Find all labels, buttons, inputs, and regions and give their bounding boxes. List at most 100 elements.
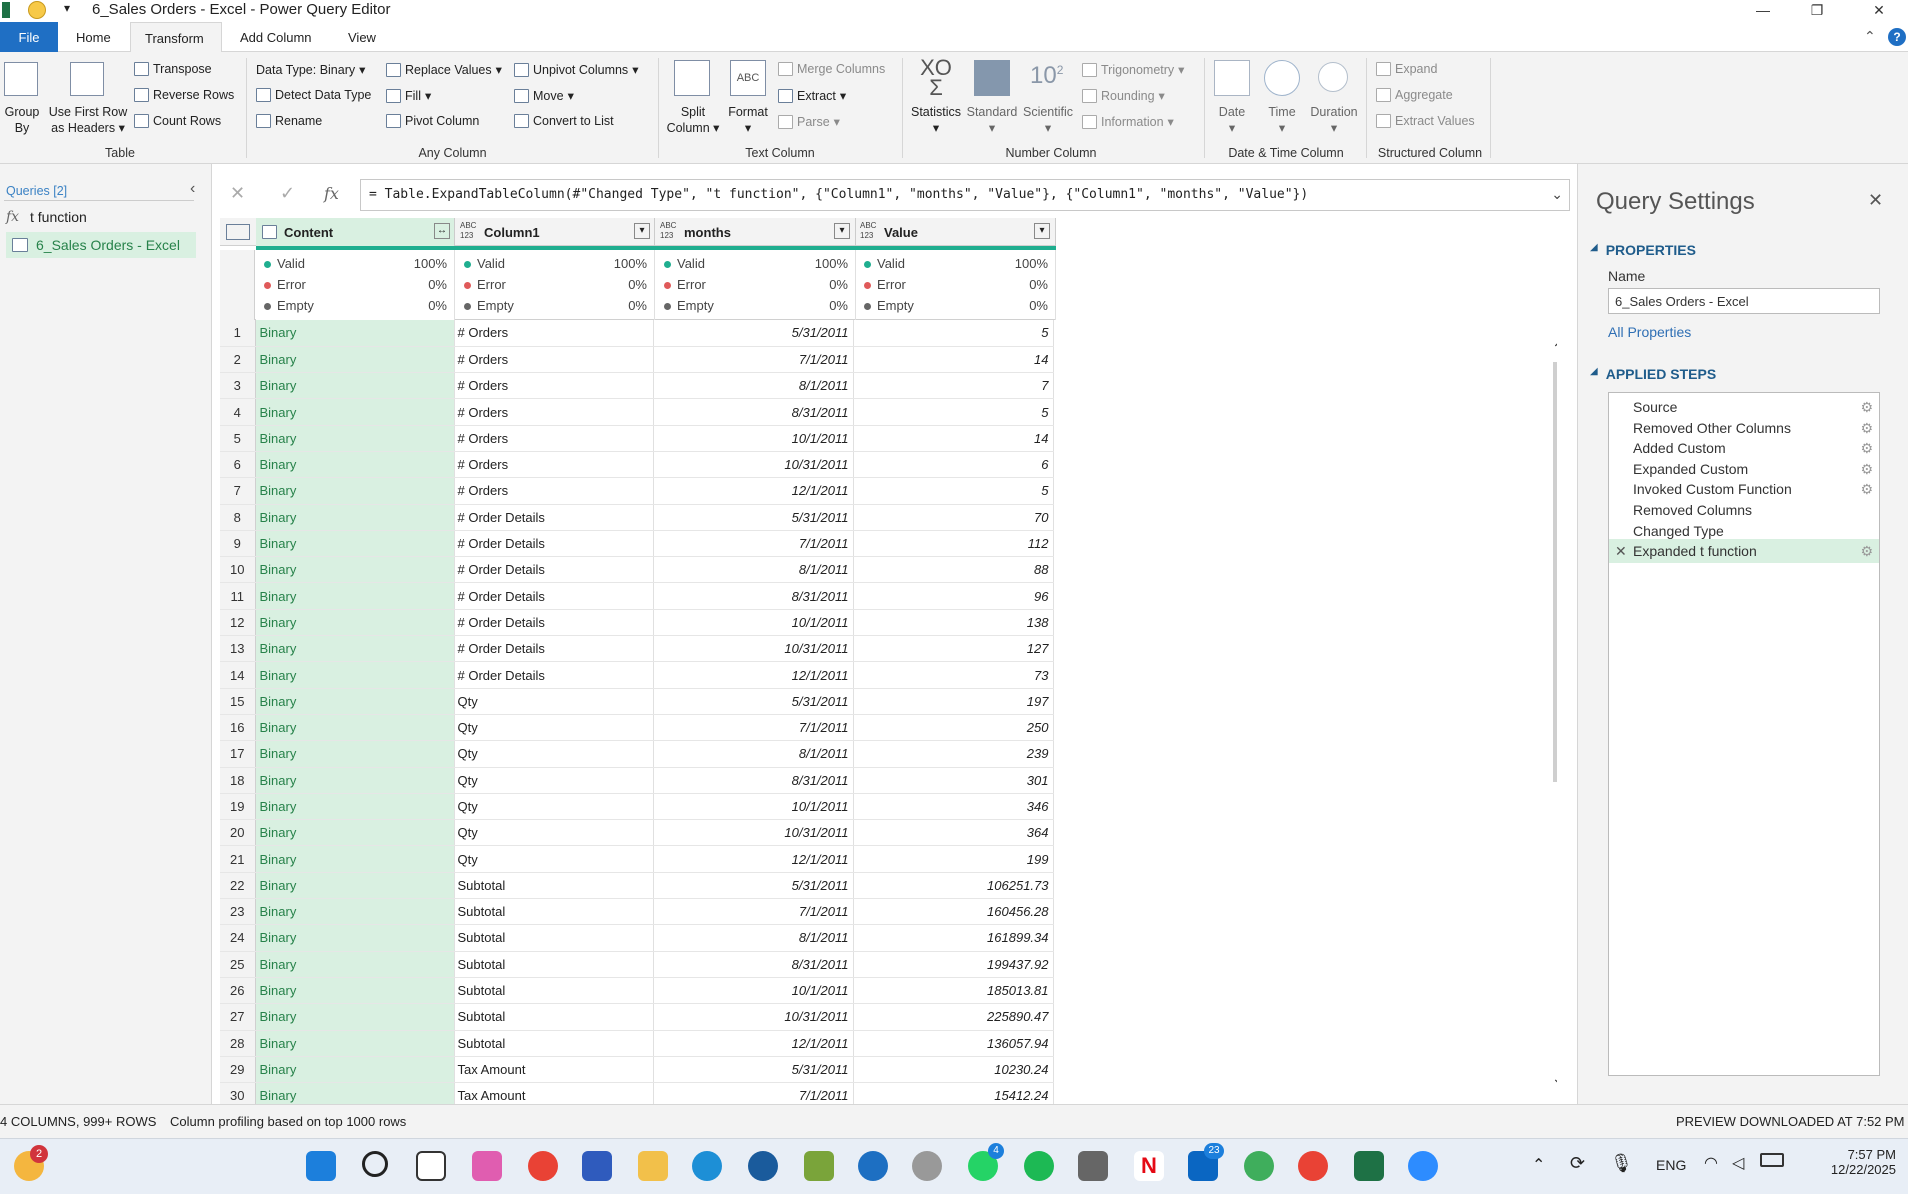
- count-rows-button[interactable]: Count Rows: [134, 114, 221, 128]
- cell-content[interactable]: Binary: [255, 714, 455, 742]
- cell-content[interactable]: Binary: [255, 609, 455, 637]
- cell-months[interactable]: 10/31/2011: [653, 635, 854, 663]
- cell-months[interactable]: 8/1/2011: [653, 924, 854, 952]
- cell-content[interactable]: Binary: [255, 530, 455, 558]
- tab-view[interactable]: View: [334, 22, 390, 52]
- formula-input[interactable]: = Table.ExpandTableColumn(#"Changed Type…: [360, 179, 1570, 211]
- chrome-profile-icon[interactable]: [1298, 1151, 1328, 1181]
- row-number[interactable]: 21: [220, 845, 256, 873]
- search-icon[interactable]: [362, 1151, 388, 1177]
- cell-value[interactable]: 96: [853, 582, 1054, 610]
- row-number[interactable]: 26: [220, 977, 256, 1005]
- all-properties-link[interactable]: All Properties: [1608, 324, 1691, 340]
- row-number[interactable]: 18: [220, 767, 256, 794]
- cell-months[interactable]: 5/31/2011: [653, 872, 854, 900]
- row-number[interactable]: 5: [220, 425, 256, 452]
- fill-button[interactable]: Fill ▾: [386, 88, 431, 103]
- task-view-icon[interactable]: [416, 1151, 446, 1181]
- cell-value[interactable]: 197: [853, 688, 1054, 715]
- row-number[interactable]: 7: [220, 477, 256, 505]
- cell-content[interactable]: Binary: [255, 872, 455, 900]
- cell-column1[interactable]: Subtotal: [454, 1030, 654, 1057]
- row-number[interactable]: 4: [220, 398, 256, 426]
- group-by-button[interactable]: Group By: [2, 104, 42, 136]
- table-row[interactable]: 5 Binary # Orders 10/1/2011 14: [220, 425, 1054, 452]
- cell-months[interactable]: 7/1/2011: [653, 714, 854, 742]
- qlik-icon[interactable]: [1244, 1151, 1274, 1181]
- zoom-icon[interactable]: [1408, 1151, 1438, 1181]
- cell-months[interactable]: 8/31/2011: [653, 398, 854, 426]
- microphone-icon[interactable]: 🎙: [1610, 1153, 1633, 1174]
- cell-months[interactable]: 5/31/2011: [653, 1056, 854, 1084]
- spotify-icon[interactable]: [1024, 1151, 1054, 1181]
- applied-step[interactable]: ✕ Expanded t function ⚙: [1609, 539, 1879, 564]
- cell-content[interactable]: Binary: [255, 372, 455, 400]
- cell-content[interactable]: Binary: [255, 398, 455, 426]
- smiley-icon[interactable]: [28, 1, 46, 19]
- cell-content[interactable]: Binary: [255, 767, 455, 794]
- table-row[interactable]: 9 Binary # Order Details 7/1/2011 112: [220, 530, 1054, 558]
- cell-content[interactable]: Binary: [255, 582, 455, 610]
- cell-column1[interactable]: # Order Details: [454, 661, 654, 689]
- copilot-icon[interactable]: [472, 1151, 502, 1181]
- move-button[interactable]: Move ▾: [514, 88, 574, 103]
- cell-value[interactable]: 73: [853, 661, 1054, 689]
- cell-column1[interactable]: Subtotal: [454, 872, 654, 900]
- row-number[interactable]: 23: [220, 898, 256, 926]
- cell-column1[interactable]: # Order Details: [454, 609, 654, 637]
- store-icon[interactable]: [582, 1151, 612, 1181]
- cell-column1[interactable]: Qty: [454, 740, 654, 768]
- table-row[interactable]: 2 Binary # Orders 7/1/2011 14: [220, 346, 1054, 374]
- cell-value[interactable]: 127: [853, 635, 1054, 663]
- table-row[interactable]: 8 Binary # Order Details 5/31/2011 70: [220, 504, 1054, 531]
- vertical-scrollbar-thumb[interactable]: [1553, 362, 1557, 782]
- table-row[interactable]: 22 Binary Subtotal 5/31/2011 106251.73: [220, 872, 1054, 900]
- fx-icon[interactable]: fx: [324, 184, 339, 203]
- delete-step-icon[interactable]: ✕: [1615, 539, 1627, 563]
- data-type-dropdown[interactable]: Data Type: Binary ▾: [256, 62, 365, 78]
- table-row[interactable]: 19 Binary Qty 10/1/2011 346: [220, 793, 1054, 821]
- cell-column1[interactable]: Qty: [454, 688, 654, 715]
- duration-button[interactable]: Duration ▾: [1304, 104, 1364, 136]
- applied-steps-section[interactable]: ◢ APPLIED STEPS: [1590, 366, 1716, 382]
- filter-dropdown-icon[interactable]: ▾: [1034, 223, 1050, 239]
- cell-months[interactable]: 12/1/2011: [653, 477, 854, 505]
- expand-button[interactable]: Expand: [1376, 62, 1437, 76]
- cell-content[interactable]: Binary: [255, 1030, 455, 1057]
- row-number[interactable]: 17: [220, 740, 256, 768]
- table-row[interactable]: 18 Binary Qty 8/31/2011 301: [220, 767, 1054, 794]
- cell-months[interactable]: 10/1/2011: [653, 793, 854, 821]
- cell-column1[interactable]: Subtotal: [454, 898, 654, 926]
- row-number[interactable]: 30: [220, 1082, 256, 1104]
- row-number[interactable]: 29: [220, 1056, 256, 1084]
- cell-column1[interactable]: Qty: [454, 714, 654, 742]
- column-header-value[interactable]: ABC 123 Value ▾: [856, 218, 1056, 246]
- query-item-sales-orders[interactable]: 6_Sales Orders - Excel: [6, 232, 196, 258]
- cell-column1[interactable]: # Order Details: [454, 635, 654, 663]
- detect-data-type-button[interactable]: Detect Data Type: [256, 88, 371, 102]
- restore-icon[interactable]: ❐: [1794, 0, 1840, 22]
- time-button[interactable]: Time ▾: [1256, 104, 1308, 136]
- row-number[interactable]: 20: [220, 819, 256, 847]
- split-column-button[interactable]: Split Column ▾: [660, 104, 726, 136]
- pivot-column-button[interactable]: Pivot Column: [386, 114, 479, 128]
- reverse-rows-button[interactable]: Reverse Rows: [134, 88, 234, 102]
- sync-icon[interactable]: ⟳: [1570, 1153, 1585, 1174]
- cell-months[interactable]: 10/31/2011: [653, 451, 854, 479]
- row-number[interactable]: 19: [220, 793, 256, 821]
- cell-content[interactable]: Binary: [255, 635, 455, 663]
- filter-dropdown-icon[interactable]: ▾: [834, 223, 850, 239]
- cell-value[interactable]: 239: [853, 740, 1054, 768]
- cell-months[interactable]: 8/1/2011: [653, 372, 854, 400]
- tab-file[interactable]: File: [0, 22, 58, 52]
- cell-column1[interactable]: # Order Details: [454, 556, 654, 584]
- cell-months[interactable]: 10/31/2011: [653, 819, 854, 847]
- cell-content[interactable]: Binary: [255, 924, 455, 952]
- cell-months[interactable]: 8/31/2011: [653, 951, 854, 978]
- table-row[interactable]: 23 Binary Subtotal 7/1/2011 160456.28: [220, 898, 1054, 926]
- cell-column1[interactable]: Tax Amount: [454, 1056, 654, 1084]
- cell-content[interactable]: Binary: [255, 819, 455, 847]
- properties-section[interactable]: ◢ PROPERTIES: [1590, 242, 1696, 258]
- magnifier-app-icon[interactable]: [748, 1151, 778, 1181]
- tab-home[interactable]: Home: [62, 22, 125, 52]
